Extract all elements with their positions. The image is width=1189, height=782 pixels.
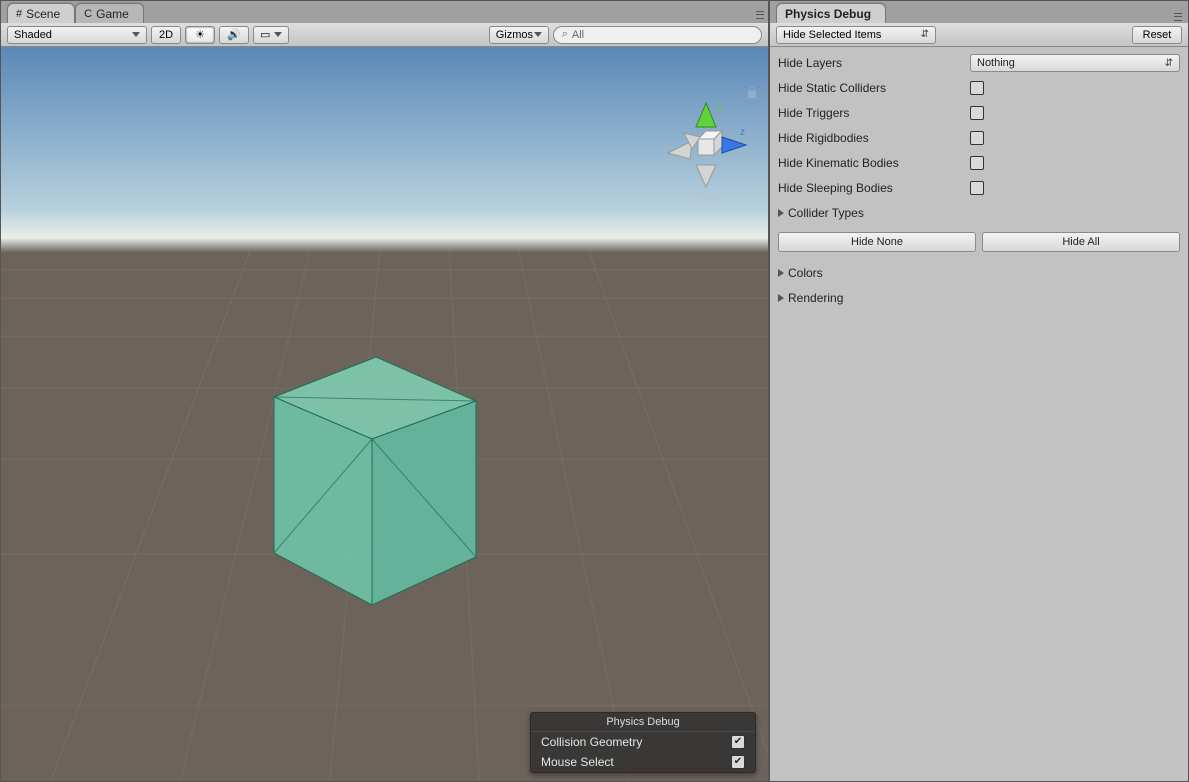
sun-icon: ☀	[195, 28, 205, 41]
prop-label: Hide Kinematic Bodies	[778, 156, 964, 170]
checkbox[interactable]	[970, 81, 984, 95]
speaker-icon: 🔊	[227, 28, 241, 41]
prop-label: Hide Sleeping Bodies	[778, 181, 964, 195]
prop-hide-triggers: Hide Triggers	[778, 103, 1180, 123]
checkbox[interactable]	[970, 156, 984, 170]
foldout-arrow-icon	[778, 209, 784, 217]
search-placeholder: All	[572, 29, 584, 41]
foldout-collider-types[interactable]: Collider Types	[778, 203, 1180, 223]
prop-label: Hide Static Colliders	[778, 81, 964, 95]
prop-label: Hide Layers	[778, 56, 964, 70]
gizmos-dropdown[interactable]: Gizmos	[489, 26, 549, 44]
prop-hide-sleeping-bodies: Hide Sleeping Bodies	[778, 178, 1180, 198]
hide-none-button[interactable]: Hide None	[778, 232, 976, 252]
axis-z-label: z	[740, 127, 745, 138]
tab-physics-debug[interactable]: Physics Debug	[776, 3, 886, 23]
filter-mode-label: Hide Selected Items	[783, 29, 881, 41]
toggle-lighting-button[interactable]: ☀	[185, 26, 215, 44]
physics-debug-panel: Physics Debug Hide Selected Items ⇵ Rese…	[769, 0, 1189, 782]
checkbox[interactable]	[731, 755, 745, 769]
physics-debug-properties: Hide Layers Nothing ⇵ Hide Static Collid…	[770, 47, 1188, 781]
tab-label: Scene	[26, 7, 60, 21]
prop-label: Hide Rigidbodies	[778, 131, 964, 145]
gizmos-label: Gizmos	[496, 29, 533, 41]
foldout-arrow-icon	[778, 294, 784, 302]
tab-scene[interactable]: # Scene	[7, 3, 75, 23]
scene-viewport[interactable]: y z Persp Physics Debug Collision Geomet…	[1, 47, 768, 781]
layers-dropdown[interactable]: Nothing ⇵	[970, 54, 1180, 72]
overlay-row-mouse-select[interactable]: Mouse Select	[531, 752, 755, 772]
foldout-colors[interactable]: Colors	[778, 263, 1180, 283]
physics-debug-overlay[interactable]: Physics Debug Collision Geometry Mouse S…	[530, 712, 756, 773]
filter-mode-dropdown[interactable]: Hide Selected Items ⇵	[776, 26, 936, 44]
foldout-label: Rendering	[788, 291, 843, 305]
chevron-down-icon	[132, 32, 140, 37]
orientation-gizmo[interactable]: y z Persp	[660, 83, 750, 203]
shade-mode-dropdown[interactable]: Shaded	[7, 26, 147, 44]
scene-object-cube[interactable]	[256, 327, 486, 607]
scene-search-input[interactable]: ⌕ All	[553, 26, 762, 44]
overlay-row-label: Mouse Select	[541, 755, 614, 769]
physics-debug-toolbar: Hide Selected Items ⇵ Reset	[770, 23, 1188, 47]
hide-buttons-row: Hide None Hide All	[778, 232, 1180, 252]
panel-menu-icon[interactable]	[1174, 13, 1182, 21]
foldout-arrow-icon	[778, 269, 784, 277]
search-icon: ⌕	[562, 28, 568, 41]
game-icon: C	[84, 8, 92, 20]
tab-game[interactable]: C Game	[75, 3, 144, 23]
prop-hide-static-colliders: Hide Static Colliders	[778, 78, 1180, 98]
prop-hide-kinematic-bodies: Hide Kinematic Bodies	[778, 153, 1180, 173]
tab-label: Physics Debug	[785, 7, 871, 21]
image-icon: ▭	[260, 28, 270, 41]
fx-dropdown[interactable]: ▭	[253, 26, 289, 44]
chevron-updown-icon: ⇵	[921, 29, 929, 40]
checkbox[interactable]	[970, 131, 984, 145]
shade-mode-label: Shaded	[14, 29, 52, 41]
chevron-updown-icon: ⇵	[1165, 58, 1173, 69]
scene-icon: #	[16, 8, 22, 20]
overlay-title: Physics Debug	[531, 713, 755, 732]
prop-hide-rigidbodies: Hide Rigidbodies	[778, 128, 1180, 148]
hide-all-button[interactable]: Hide All	[982, 232, 1180, 252]
foldout-rendering[interactable]: Rendering	[778, 288, 1180, 308]
checkbox[interactable]	[970, 181, 984, 195]
toggle-audio-button[interactable]: 🔊	[219, 26, 249, 44]
toggle-2d-button[interactable]: 2D	[151, 26, 181, 44]
projection-label[interactable]: Persp	[660, 191, 750, 203]
checkbox[interactable]	[970, 106, 984, 120]
checkbox[interactable]	[731, 735, 745, 749]
panel-menu-icon[interactable]	[756, 11, 764, 19]
scene-toolbar: Shaded 2D ☀ 🔊 ▭ Gizmos ⌕ All	[1, 23, 768, 47]
overlay-row-label: Collision Geometry	[541, 735, 642, 749]
axis-y-label: y	[718, 101, 723, 112]
layers-value: Nothing	[977, 57, 1015, 69]
prop-label: Hide Triggers	[778, 106, 964, 120]
overlay-row-collision-geometry[interactable]: Collision Geometry	[531, 732, 755, 752]
right-tab-row: Physics Debug	[770, 1, 1188, 23]
left-tab-row: # Scene C Game	[1, 1, 768, 23]
chevron-down-icon	[274, 32, 282, 37]
prop-hide-layers: Hide Layers Nothing ⇵	[778, 53, 1180, 73]
tab-label: Game	[96, 7, 129, 21]
scene-panel: # Scene C Game Shaded 2D ☀ 🔊 ▭	[0, 0, 769, 782]
foldout-label: Collider Types	[788, 206, 864, 220]
reset-button[interactable]: Reset	[1132, 26, 1182, 44]
foldout-label: Colors	[788, 266, 823, 280]
chevron-down-icon	[534, 32, 542, 37]
